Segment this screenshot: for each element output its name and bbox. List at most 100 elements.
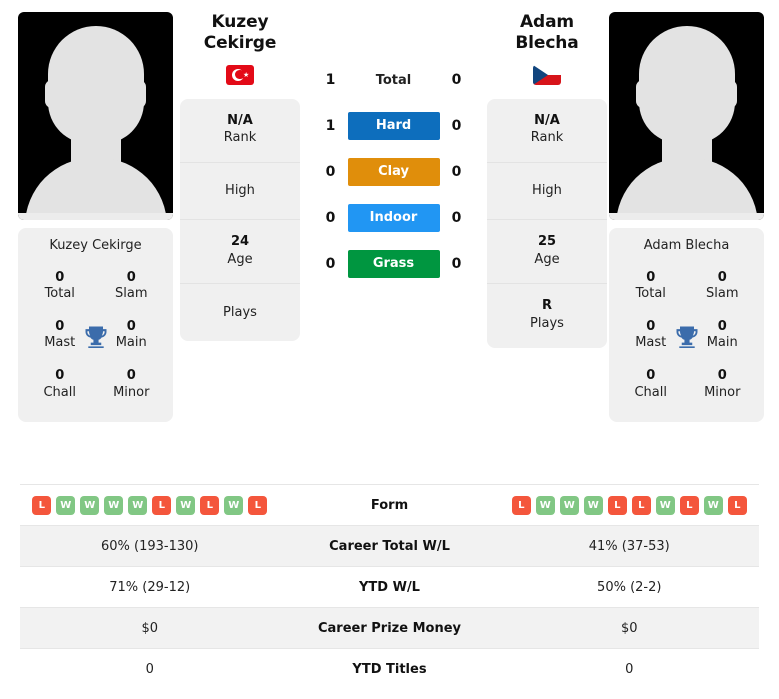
left-titles-row-2: 0 Mast 0 Main <box>24 312 167 361</box>
left-form-badge-10[interactable]: L <box>248 495 268 515</box>
left-form-value: LWWWWLWLWL <box>20 490 280 521</box>
right-career-prize-money-value: $0 <box>620 620 638 636</box>
right-form-badge-5[interactable]: L <box>607 495 627 515</box>
left-titles-slam: 0 Slam <box>96 270 168 303</box>
left-player-header: Kuzey Cekirge ★ <box>180 12 300 85</box>
left-form-badge-1[interactable]: L <box>32 495 52 515</box>
surface-badge-hard[interactable]: Hard <box>347 112 440 140</box>
right-form-badge-2[interactable]: W <box>535 495 555 515</box>
h2h-row-clay: 0 Clay 0 <box>300 158 487 186</box>
surface-badge-grass[interactable]: Grass <box>347 250 440 278</box>
h2h-right-score-hard: 0 <box>451 118 462 134</box>
right-form-badge-8[interactable]: L <box>679 495 699 515</box>
left-plays-label: Plays <box>223 304 257 320</box>
right-form-badge-6[interactable]: L <box>631 495 651 515</box>
left-player-info-card: N/A Rank High 24 Age Plays <box>180 98 300 342</box>
h2h-surface-hard[interactable]: Hard <box>347 112 440 140</box>
left-ytd-titles-value: 0 <box>145 661 154 677</box>
left-form-badge-2[interactable]: W <box>56 495 76 515</box>
left-age-value: 24 <box>230 233 250 249</box>
h2h-row-total: 1 Total 0 <box>300 68 487 92</box>
right-form-badge-1[interactable]: L <box>511 495 531 515</box>
avatar-shoulders <box>615 158 758 220</box>
stat-label: Form <box>370 497 409 513</box>
h2h-right-score-grass: 0 <box>451 256 462 272</box>
left-form-badge-9[interactable]: W <box>224 495 244 515</box>
right-form-badges: LWWWLLWLWL <box>504 495 756 515</box>
right-form-badge-3[interactable]: W <box>559 495 579 515</box>
left-form-badge-5[interactable]: W <box>128 495 148 515</box>
stat-label: Career Prize Money <box>317 620 461 636</box>
h2h-row-indoor: 0 Indoor 0 <box>300 204 487 232</box>
right-titles-chall: 0 Chall <box>615 368 687 401</box>
right-minor-value: 0 <box>717 368 727 384</box>
right-form-badge-9[interactable]: W <box>703 495 723 515</box>
table-row: 71% (29-12) YTD W/L 50% (2-2) <box>20 566 759 607</box>
left-rank-label: Rank <box>223 130 257 146</box>
right-ytd-titles-value: 0 <box>625 661 634 677</box>
right-total-value: 0 <box>646 270 656 285</box>
left-chall-value: 0 <box>55 368 65 384</box>
h2h-surface-clay[interactable]: Clay <box>347 158 440 186</box>
surface-badge-indoor[interactable]: Indoor <box>347 204 440 232</box>
right-info-plays: R Plays <box>487 284 607 347</box>
left-form-badge-3[interactable]: W <box>80 495 100 515</box>
left-titles-total: 0 Total <box>24 270 96 303</box>
avatar-ear-left <box>636 80 650 108</box>
left-total-label: Total <box>44 286 75 302</box>
right-titles-grid: 0 Total 0 Slam 0 Mast 0 Main 0 Chall 0 M… <box>615 263 758 410</box>
right-info-rank: N/A Rank <box>487 99 607 163</box>
left-total-value: 0 <box>55 270 65 285</box>
left-slam-value: 0 <box>126 270 136 285</box>
left-form-badge-8[interactable]: L <box>200 495 220 515</box>
left-form-badge-7[interactable]: W <box>176 495 196 515</box>
right-age-value: 25 <box>537 233 557 249</box>
left-titles-row-3: 0 Chall 0 Minor <box>24 361 167 410</box>
h2h-total-label: Total <box>375 72 412 88</box>
h2h-row-hard: 1 Hard 0 <box>300 112 487 140</box>
stat-label: Career Total W/L <box>329 538 450 554</box>
right-form-badge-4[interactable]: W <box>583 495 603 515</box>
trophy-icon <box>673 323 701 351</box>
trophy-icon <box>82 323 110 351</box>
h2h-surface-grass[interactable]: Grass <box>347 250 440 278</box>
right-ytd-w-l-value: 50% (2-2) <box>597 579 662 595</box>
right-form-badge-10[interactable]: L <box>727 495 747 515</box>
right-titles-total: 0 Total <box>615 270 687 303</box>
head-to-head-panel: 1 Total 0 1 Hard 0 0 Clay 0 0 Indoor 0 0 Grass 0 <box>300 12 487 298</box>
left-titles-row-1: 0 Total 0 Slam <box>24 263 167 312</box>
h2h-right-score-total: 0 <box>451 72 462 88</box>
comparison-stats-table: L W W W W L W L W L Form L W W W L L W L W L 60% (193-130) Car… <box>20 484 759 689</box>
left-chall-label: Chall <box>43 384 76 400</box>
left-titles-grid: 0 Total 0 Slam 0 Mast 0 Main 0 Chall 0 M… <box>24 263 167 410</box>
left-info-plays: Plays <box>180 284 300 341</box>
left-form-badge-4[interactable]: W <box>104 495 124 515</box>
left-player-titles-card: Kuzey Cekirge 0 Total 0 Slam 0 Mast 0 Ma… <box>18 228 173 423</box>
stat-label: YTD W/L <box>359 579 420 595</box>
h2h-surface-indoor[interactable]: Indoor <box>347 204 440 232</box>
czech-republic-flag-icon <box>533 64 561 85</box>
left-titles-minor: 0 Minor <box>96 368 168 401</box>
surface-badge-clay[interactable]: Clay <box>347 158 440 186</box>
left-info-high: High <box>180 163 300 220</box>
left-player-photo-column: Kuzey Cekirge 0 Total 0 Slam 0 Mast 0 Ma… <box>0 12 173 423</box>
h2h-left-score-grass: 0 <box>325 256 336 272</box>
right-player-photo <box>609 12 764 220</box>
stat-label: YTD Titles <box>352 661 427 677</box>
table-row: $0 Career Prize Money $0 <box>20 607 759 648</box>
right-form-badge-7[interactable]: W <box>655 495 675 515</box>
right-titles-row-1: 0 Total 0 Slam <box>615 263 758 312</box>
right-minor-label: Minor <box>704 384 741 400</box>
right-player-header: Adam Blecha <box>487 12 607 85</box>
left-form-badge-6[interactable]: L <box>152 495 172 515</box>
avatar-ear-right <box>723 80 737 108</box>
photo-bottom-strip <box>609 213 764 220</box>
table-row: L W W W W L W L W L Form L W W W L L W L W L <box>20 484 759 525</box>
h2h-row-grass: 0 Grass 0 <box>300 250 487 278</box>
comparison-header: Kuzey Cekirge 0 Total 0 Slam 0 Mast 0 Ma… <box>0 0 779 478</box>
right-titles-card-name: Adam Blecha <box>643 238 730 253</box>
right-titles-minor: 0 Minor <box>687 368 759 401</box>
avatar-ear-left <box>45 80 59 108</box>
right-player-photo-column: Adam Blecha 0 Total 0 Slam 0 Mast 0 Main… <box>607 12 779 423</box>
right-slam-label: Slam <box>706 286 739 302</box>
